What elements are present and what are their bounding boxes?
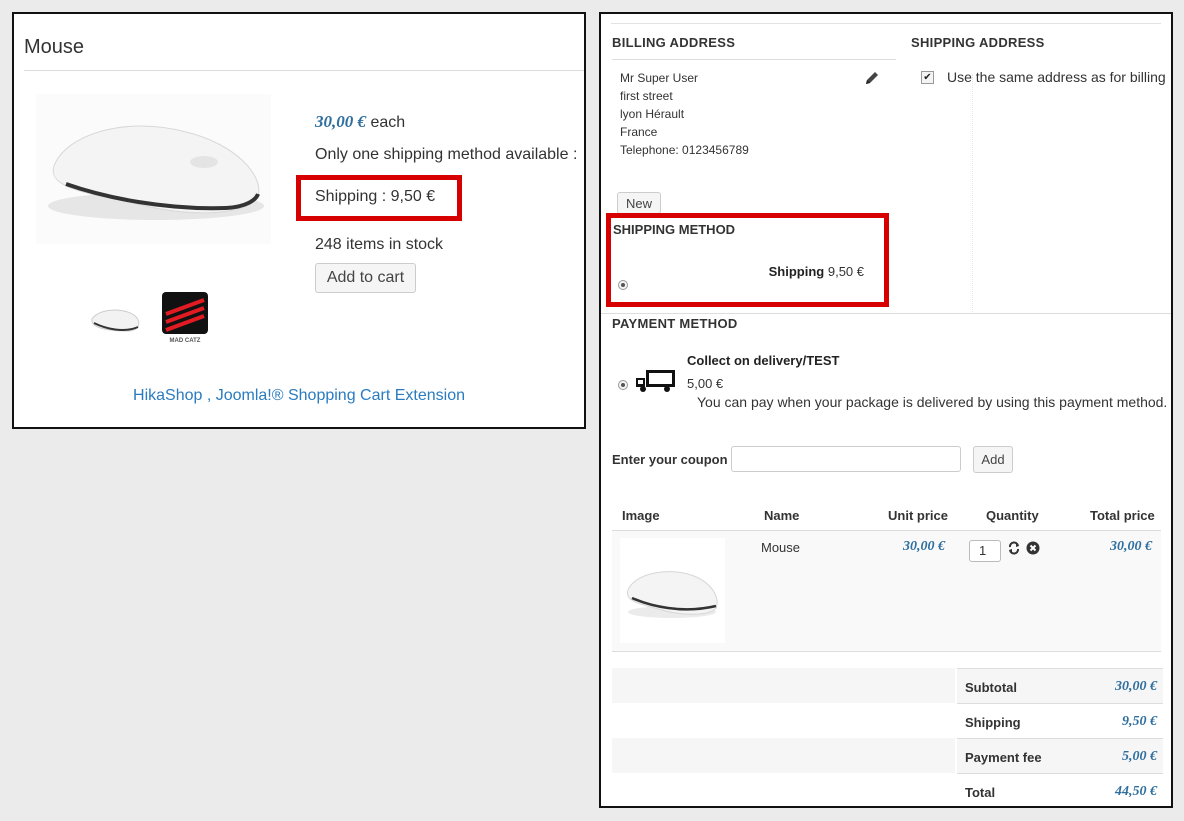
- cart-item-name[interactable]: Mouse: [761, 540, 800, 555]
- product-title: Mouse: [24, 36, 85, 58]
- thumbnail-brand-logo[interactable]: MAD CATZ: [160, 292, 210, 344]
- coupon-add-button[interactable]: Add: [973, 446, 1013, 473]
- totals-stripe: [612, 738, 955, 773]
- shipping-total-label: Shipping: [965, 715, 1021, 730]
- shipping-address-heading: SHIPPING ADDRESS: [911, 35, 1045, 50]
- column-header-total-price: Total price: [1090, 508, 1155, 523]
- billing-line: first street: [620, 89, 673, 103]
- column-header-quantity: Quantity: [986, 508, 1039, 523]
- column-separator: [972, 74, 973, 314]
- remove-icon[interactable]: [1026, 541, 1040, 555]
- unit-price-line: 30,00 € each: [315, 112, 405, 132]
- payment-divider: [601, 313, 1171, 314]
- payment-method-description: You can pay when your package is deliver…: [697, 394, 1168, 410]
- column-header-unit-price: Unit price: [888, 508, 948, 523]
- subtotal-value: 30,00 €: [1115, 679, 1157, 694]
- shipping-method-name: Shipping: [768, 264, 825, 279]
- billing-line: Telephone: 0123456789: [620, 143, 749, 157]
- shipping-method-price: 9,50 €: [824, 264, 864, 279]
- payment-method-name: Collect on delivery/TEST: [687, 353, 840, 368]
- price-suffix: each: [366, 114, 406, 131]
- title-divider: [24, 70, 584, 71]
- cart-item-image[interactable]: [620, 538, 725, 643]
- payment-fee-label: Payment fee: [965, 750, 1042, 765]
- coupon-label: Enter your coupon: [612, 452, 728, 467]
- totals-row-shipping: Shipping 9,50 €: [957, 703, 1163, 739]
- top-divider: [611, 23, 1161, 24]
- cart-item-unit-price: 30,00 €: [903, 539, 945, 554]
- billing-line: France: [620, 125, 658, 139]
- totals-row-subtotal: Subtotal 30,00 €: [957, 668, 1163, 704]
- unit-price: 30,00 €: [315, 112, 366, 131]
- product-page-panel: Mouse MAD CATZ 30,00 € each Only one shi…: [12, 12, 586, 429]
- payment-method-radio[interactable]: [618, 380, 628, 390]
- subtotal-label: Subtotal: [965, 680, 1017, 695]
- checkout-panel: BILLING ADDRESS Mr Super User first stre…: [599, 12, 1173, 808]
- refresh-icon[interactable]: [1007, 541, 1021, 555]
- shipping-note: Only one shipping method available :: [315, 146, 578, 163]
- stock-count: 248 items in stock: [315, 236, 444, 253]
- total-label: Total: [965, 785, 996, 800]
- madcatz-logo-icon: MAD CATZ: [162, 292, 208, 344]
- product-image[interactable]: [36, 94, 271, 244]
- same-address-checkbox[interactable]: ✔: [921, 71, 934, 84]
- cart-item-total-price: 30,00 €: [1110, 539, 1152, 554]
- add-to-cart-button[interactable]: Add to cart: [315, 263, 416, 293]
- coupon-input[interactable]: [731, 446, 961, 472]
- shipping-method-option: Shipping 9,50 €: [601, 264, 864, 279]
- new-address-button[interactable]: New: [617, 192, 661, 214]
- column-header-name: Name: [764, 508, 800, 523]
- payment-method-heading: PAYMENT METHOD: [612, 316, 738, 331]
- billing-line: lyon Hérault: [620, 107, 685, 121]
- delivery-truck-icon: [636, 370, 675, 392]
- shipping-method-heading: SHIPPING METHOD: [613, 222, 736, 237]
- shipping-total-value: 9,50 €: [1122, 714, 1157, 729]
- edit-pencil-icon[interactable]: [864, 70, 880, 86]
- totals-row-total: Total 44,50 €: [957, 773, 1163, 806]
- shipping-price-text: Shipping : 9,50 €: [315, 188, 436, 205]
- billing-line: Mr Super User: [620, 71, 699, 85]
- footer-link[interactable]: HikaShop , Joomla!® Shopping Cart Extens…: [14, 387, 584, 405]
- shipping-method-radio[interactable]: [618, 280, 628, 290]
- totals-row-payment-fee: Payment fee 5,00 €: [957, 738, 1163, 774]
- billing-address-block: Mr Super User first street lyon Hérault …: [620, 69, 749, 159]
- svg-text:MAD CATZ: MAD CATZ: [170, 338, 201, 344]
- totals-stripe: [612, 668, 955, 703]
- payment-fee-value: 5,00 €: [1122, 749, 1157, 764]
- total-value: 44,50 €: [1115, 784, 1157, 799]
- billing-divider: [612, 59, 896, 60]
- same-address-label: Use the same address as for billing: [947, 69, 1166, 85]
- payment-method-price: 5,00 €: [687, 376, 724, 391]
- column-header-image: Image: [622, 508, 660, 523]
- quantity-input[interactable]: 1: [969, 540, 1001, 562]
- thumbnail-mouse[interactable]: [88, 303, 142, 337]
- billing-address-heading: BILLING ADDRESS: [612, 35, 736, 50]
